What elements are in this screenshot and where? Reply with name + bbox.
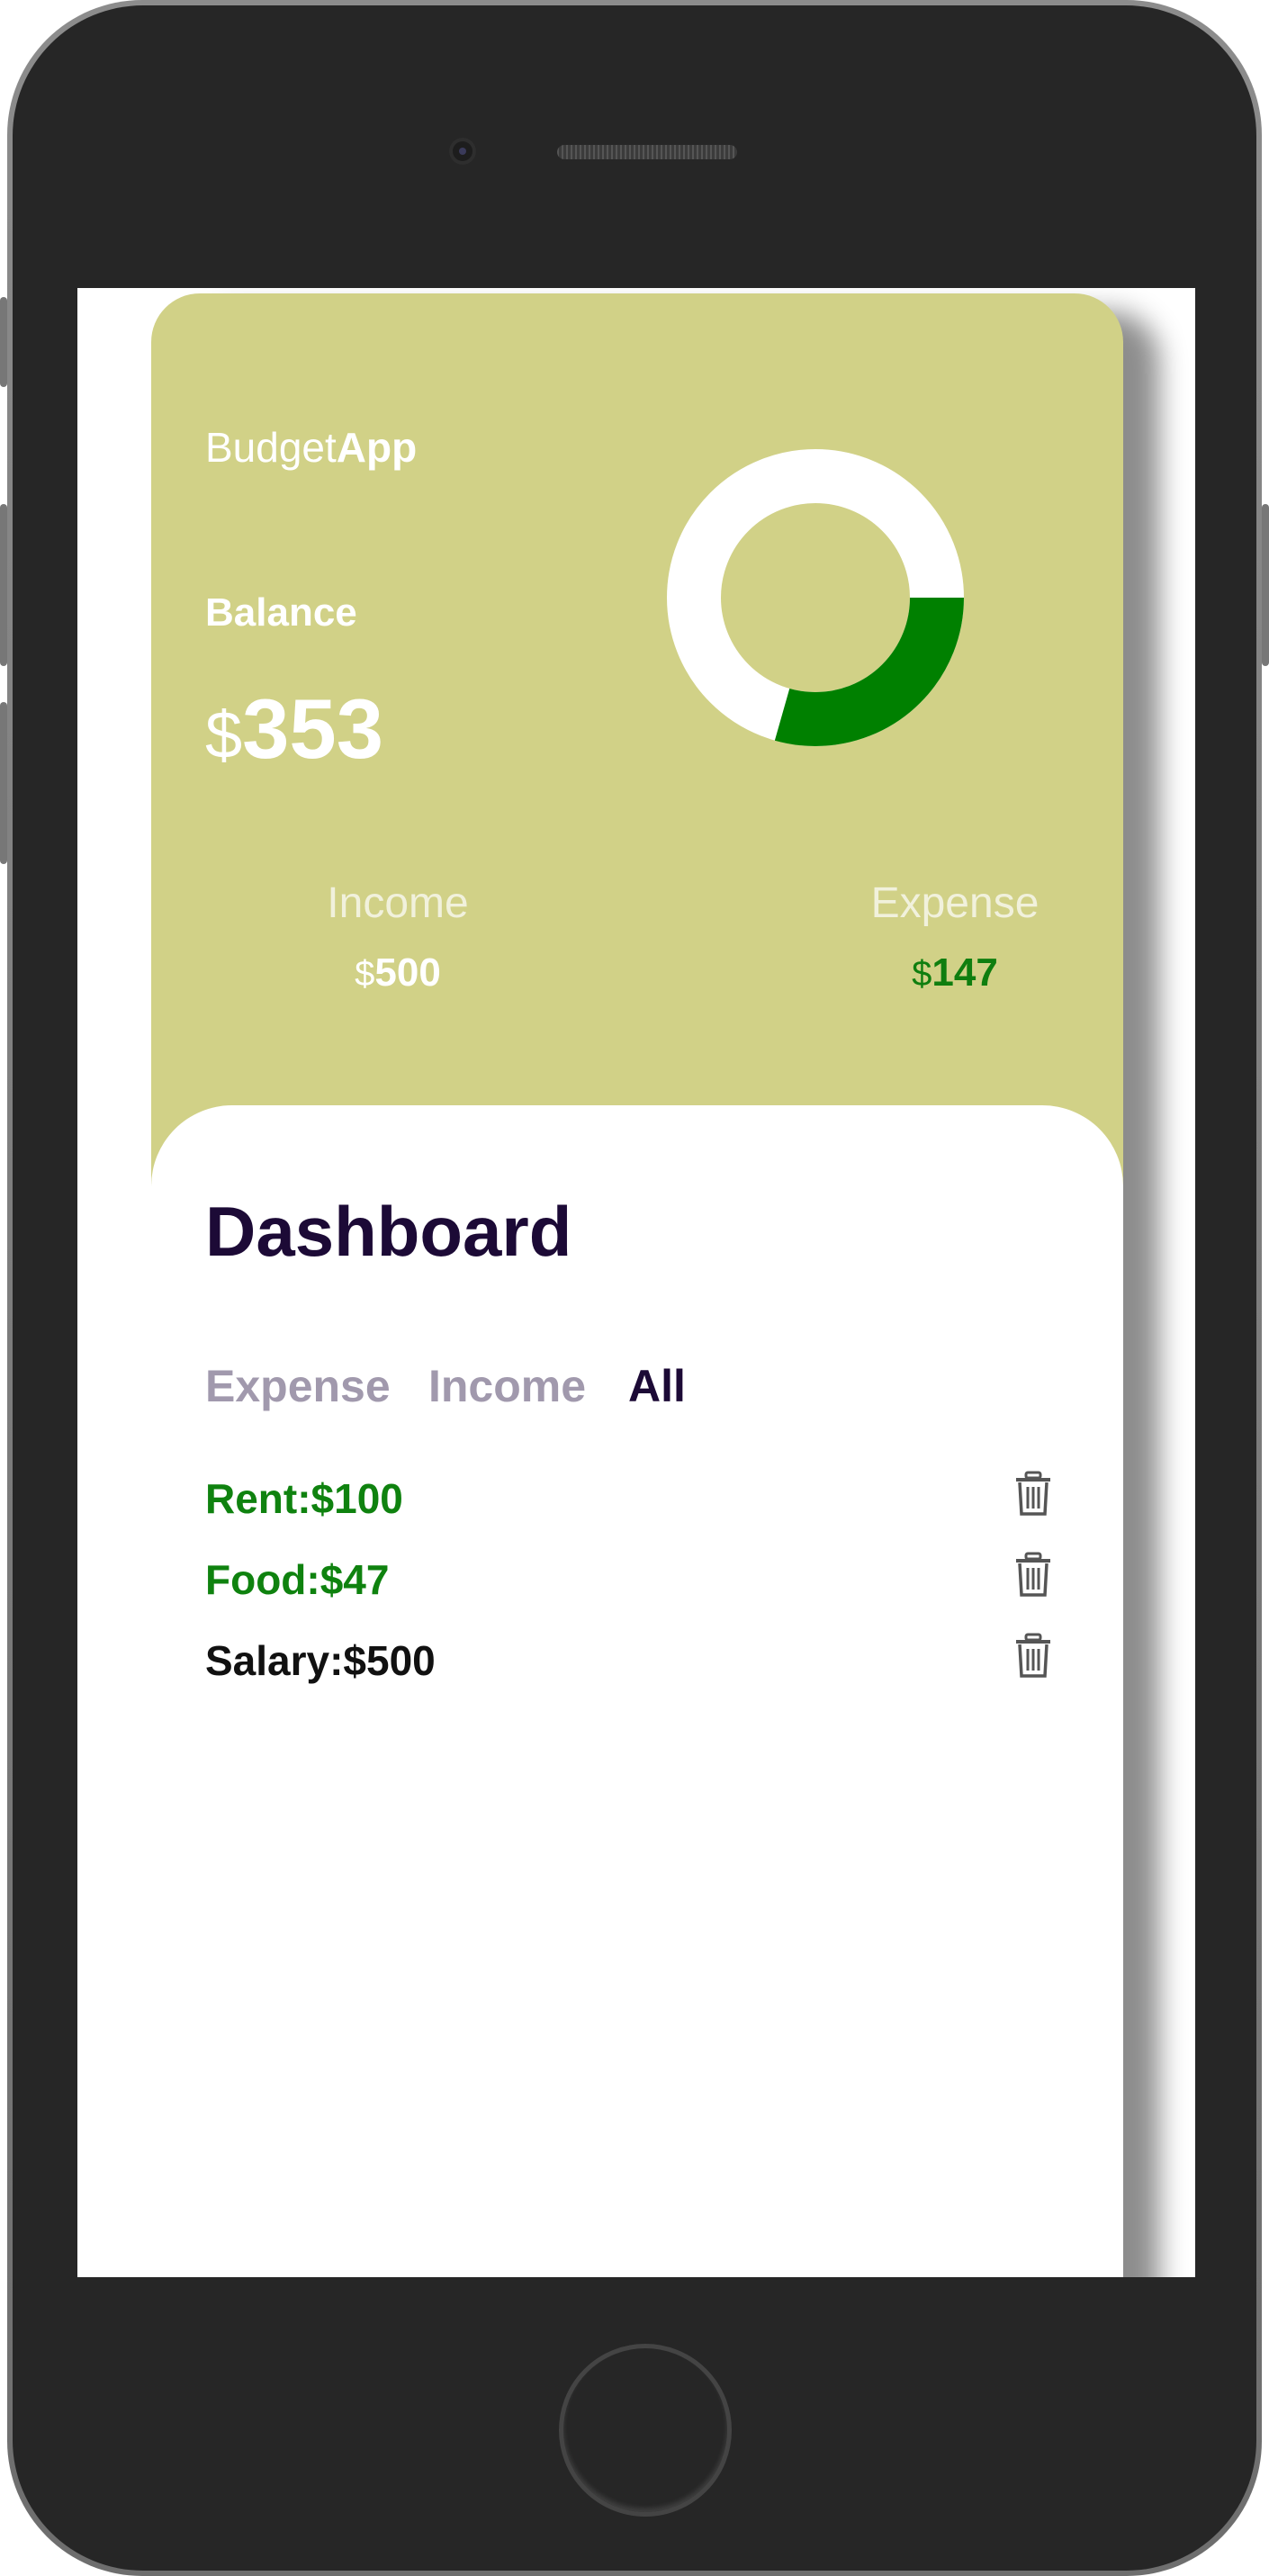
income-expense-donut-chart [667, 449, 964, 746]
volume-up-button [0, 504, 7, 666]
transaction-item: Food:$47 [205, 1556, 390, 1603]
trash-icon[interactable] [1013, 1552, 1053, 1599]
expense-amount: 147 [932, 950, 998, 995]
dashboard-panel: Dashboard Expense Income All Rent:$100 F… [151, 1105, 1123, 2277]
balance-value: $353 [205, 680, 383, 778]
home-button[interactable] [559, 2344, 732, 2517]
brand-logo: BudgetApp [205, 423, 417, 472]
income-amount: 500 [374, 950, 441, 995]
mute-switch [0, 297, 7, 387]
expense-value: $147 [820, 950, 1090, 995]
transaction-item: Salary:$500 [205, 1637, 436, 1684]
brand-bold-text: App [336, 424, 418, 471]
trash-icon[interactable] [1013, 1633, 1053, 1680]
filter-tab-income[interactable]: Income [428, 1360, 586, 1412]
screen: BudgetApp Balance $353 Income $500 Expen… [77, 288, 1195, 2277]
power-button [1262, 504, 1269, 666]
currency-symbol: $ [355, 954, 375, 994]
budget-app: BudgetApp Balance $353 Income $500 Expen… [151, 293, 1123, 2277]
expense-label: Expense [870, 879, 1040, 927]
filter-tab-all[interactable]: All [628, 1360, 686, 1412]
income-value: $500 [263, 950, 533, 995]
earpiece-speaker [557, 145, 737, 159]
transaction-item: Rent:$100 [205, 1475, 403, 1522]
trash-icon[interactable] [1013, 1471, 1053, 1518]
front-camera [449, 138, 476, 165]
income-label: Income [327, 879, 469, 927]
balance-amount: 353 [242, 681, 383, 776]
currency-symbol: $ [205, 698, 243, 772]
brand-light-text: Budget [205, 424, 337, 471]
balance-label: Balance [205, 590, 357, 635]
dashboard-title: Dashboard [205, 1192, 572, 1271]
currency-symbol: $ [912, 954, 932, 994]
phone-frame: BudgetApp Balance $353 Income $500 Expen… [0, 0, 1269, 2576]
filter-tab-expense[interactable]: Expense [205, 1360, 391, 1412]
volume-down-button [0, 702, 7, 864]
